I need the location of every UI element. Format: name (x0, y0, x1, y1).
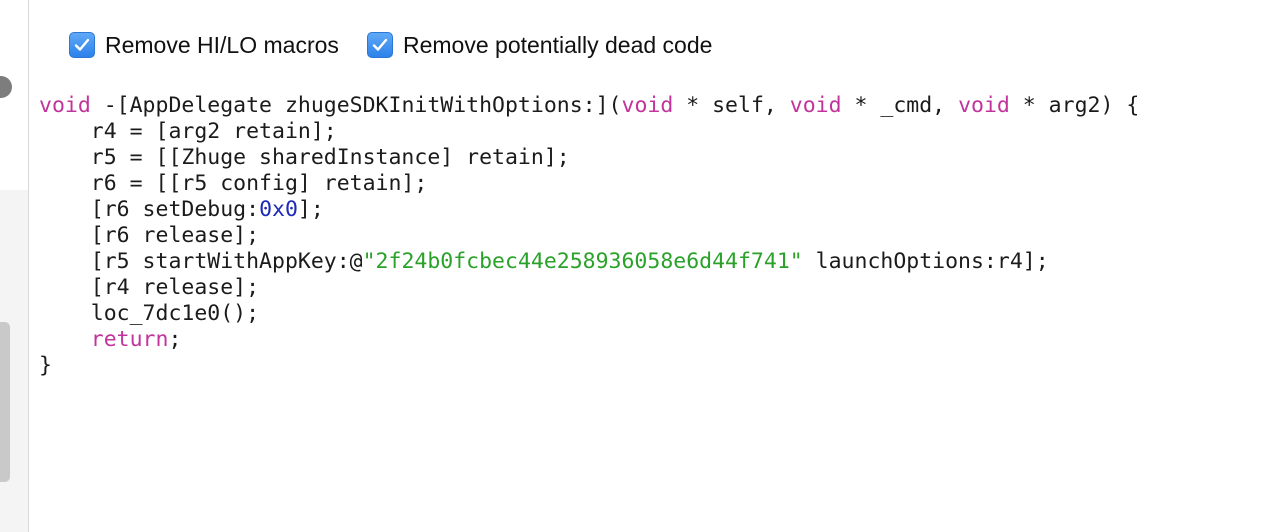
code-line: loc_7dc1e0(); (39, 301, 260, 326)
code-line: return; (90, 327, 182, 352)
remove-hilo-macros-checkbox[interactable] (69, 32, 95, 58)
code-line: } (39, 353, 52, 378)
code-line: r4 = [arg2 retain]; (39, 119, 337, 144)
remove-dead-code-label: Remove potentially dead code (403, 31, 713, 58)
code-line: [r6 setDebug:0x0]; (39, 197, 324, 222)
code-line: [r5 startWithAppKey:@"2f24b0fcbec44e2589… (39, 249, 1049, 274)
option-remove-hilo-macros[interactable]: Remove HI/LO macros (69, 31, 339, 59)
remove-hilo-macros-label: Remove HI/LO macros (105, 31, 339, 58)
checkmark-icon (372, 38, 388, 51)
remove-dead-code-checkbox[interactable] (367, 32, 393, 58)
pseudocode-view[interactable]: void -[AppDelegate zhugeSDKInitWithOptio… (39, 93, 1139, 379)
sidebar-scrollbar[interactable] (0, 322, 10, 482)
code-line: r6 = [[r5 config] retain]; (39, 171, 428, 196)
code-line: r5 = [[Zhuge sharedInstance] retain]; (39, 145, 570, 170)
code-line: void -[AppDelegate zhugeSDKInitWithOptio… (39, 93, 1140, 118)
code-line: [r6 release]; (39, 223, 260, 248)
option-remove-dead-code[interactable]: Remove potentially dead code (367, 31, 712, 59)
checkmark-icon (74, 38, 90, 51)
code-line: [r4 release]; (39, 275, 260, 300)
